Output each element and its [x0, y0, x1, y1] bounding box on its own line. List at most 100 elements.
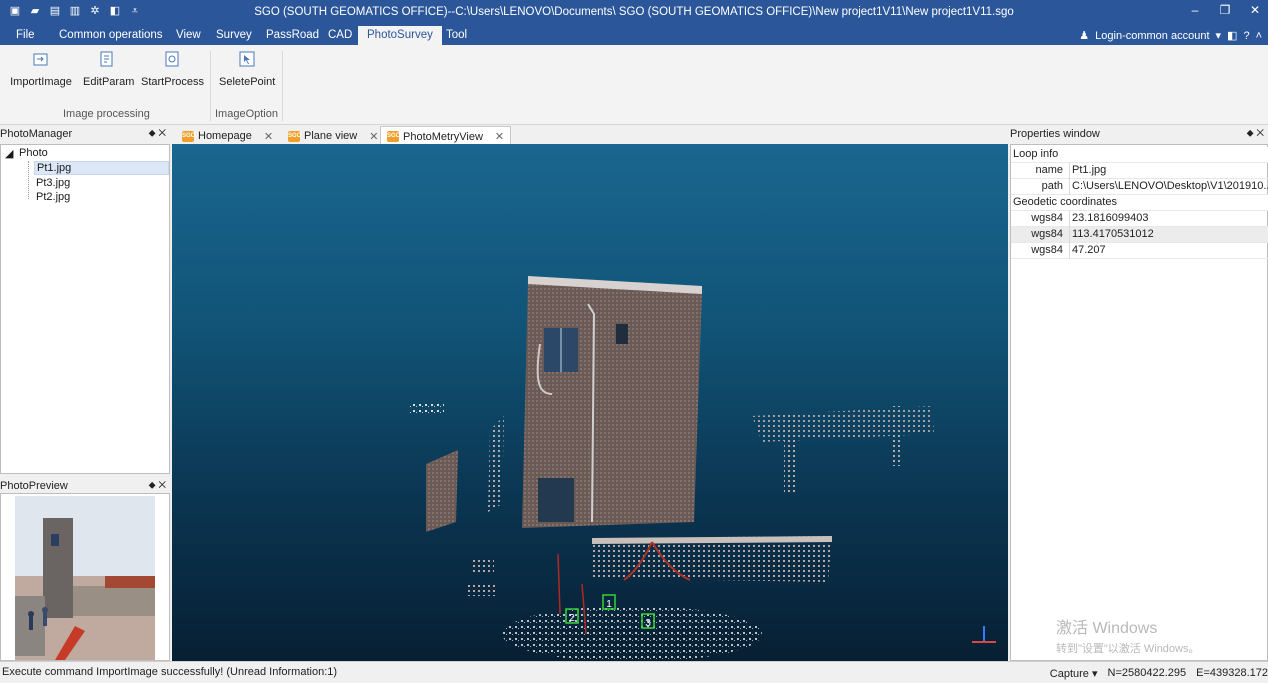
sgo-logo-icon: SGO: [288, 130, 301, 142]
tree-item-pt3[interactable]: Pt3.jpg: [36, 177, 70, 189]
window-title: SGO (SOUTH GEOMATICS OFFICE)--C:\Users\L…: [254, 6, 1014, 18]
east-coordinate: E=439328.172: [1196, 667, 1268, 679]
status-message: Execute command ImportImage successfully…: [2, 666, 338, 678]
pin-close-icons[interactable]: ⬥ ✕: [149, 128, 166, 139]
prop-row-path[interactable]: path C:\Users\LENOVO\Desktop\V1\201910..…: [1011, 179, 1268, 195]
watermark-line1: 激活 Windows: [1056, 620, 1158, 637]
axis-indicator-icon: [972, 626, 996, 643]
edit-param-icon: [100, 51, 113, 67]
help-icon[interactable]: ?: [1243, 30, 1249, 42]
start-process-button[interactable]: StartProcess: [141, 51, 204, 88]
photometry-3d-view[interactable]: 2 1 3: [172, 144, 1008, 661]
svg-text:3: 3: [645, 618, 651, 629]
tab-photometry-label: PhotoMetryView: [403, 130, 483, 143]
title-bar: ▣ ▰ ▤ ▥ ✲ ◧ ⩡ SGO (SOUTH GEOMATICS OFFIC…: [0, 0, 1268, 26]
sgo-logo-icon: SGO: [182, 130, 195, 142]
capture-dropdown[interactable]: Capture ▾: [1050, 667, 1098, 680]
close-icon[interactable]: ✕: [264, 130, 273, 143]
import-image-label: ImportImage: [10, 76, 72, 88]
menu-passroad[interactable]: PassRoad: [266, 29, 319, 41]
north-coordinate: N=2580422.295: [1107, 667, 1187, 679]
tree-item-pt1[interactable]: Pt1.jpg: [34, 161, 169, 175]
menu-survey[interactable]: Survey: [216, 29, 252, 41]
capture-label: Capture: [1049, 668, 1089, 680]
import-image-icon: [33, 53, 48, 66]
photo-tree: ◢ Photo Pt1.jpg Pt3.jpg Pt2.jpg: [0, 144, 170, 474]
menu-bar: File Common operations View Survey PassR…: [0, 26, 1268, 45]
tree-collapse-icon[interactable]: ◢: [5, 147, 13, 160]
prop-row-height[interactable]: wgs84 47.207: [1011, 243, 1268, 259]
category-geodetic: Geodetic coordinates: [1011, 195, 1268, 211]
prop-value[interactable]: 23.1816099403: [1069, 211, 1268, 227]
prop-value[interactable]: 47.207: [1069, 243, 1268, 259]
tree-item-pt2[interactable]: Pt2.jpg: [36, 191, 70, 203]
prop-key: path: [1041, 180, 1063, 192]
chevron-down-icon: ▾: [1091, 668, 1098, 680]
close-icon[interactable]: ✕: [495, 130, 504, 143]
close-icon[interactable]: ✕: [369, 130, 378, 143]
start-process-label: StartProcess: [141, 76, 204, 88]
prop-key: wgs84: [1031, 244, 1063, 256]
properties-grid: Loop info name Pt1.jpg path C:\Users\LEN…: [1010, 144, 1268, 661]
menu-tool[interactable]: Tool: [446, 29, 467, 41]
menu-file[interactable]: File: [16, 29, 35, 41]
prop-row-lat[interactable]: wgs84 23.1816099403: [1011, 211, 1268, 227]
tab-homepage[interactable]: SGO Homepage ✕: [176, 126, 279, 144]
photomanager-header: PhotoManager ⬥ ✕: [0, 125, 170, 143]
collapse-ribbon-icon[interactable]: ˄: [1256, 30, 1262, 42]
group-image-processing: Image processing: [63, 108, 150, 120]
ribbon-separator: [210, 51, 211, 121]
tab-photometry-view[interactable]: SGO PhotoMetryView ✕: [380, 126, 512, 144]
status-bar: Execute command ImportImage successfully…: [0, 661, 1268, 683]
tab-homepage-label: Homepage: [198, 130, 252, 142]
ribbon-separator: [282, 51, 283, 121]
watermark-line2: 转到"设置"以激活 Windows。: [1056, 643, 1200, 655]
building-door: [538, 478, 574, 522]
select-point-icon: [239, 51, 255, 67]
svg-text:1: 1: [606, 599, 612, 610]
tab-plane-view-label: Plane view: [304, 130, 358, 142]
tab-plane-view[interactable]: SGO Plane view ✕: [282, 126, 384, 144]
close-button[interactable]: ✕: [1248, 3, 1262, 17]
category-loop-info: Loop info: [1011, 147, 1268, 163]
properties-header: Properties window ⬥ ✕: [1010, 125, 1268, 143]
window-layout-icon[interactable]: ◧: [1227, 29, 1237, 42]
menu-photosurvey[interactable]: PhotoSurvey: [358, 26, 442, 45]
login-area: ♟ Login-common account ▾ ◧ ? ˄: [1079, 29, 1262, 43]
svg-text:2: 2: [569, 613, 575, 624]
menu-cad[interactable]: CAD: [328, 29, 352, 41]
login-dropdown[interactable]: Login-common account: [1095, 30, 1209, 42]
point-cloud: 2 1 3: [410, 276, 996, 661]
edit-param-button[interactable]: EditParam: [83, 51, 135, 88]
photopreview-title: PhotoPreview: [0, 480, 68, 492]
chevron-down-icon[interactable]: ▾: [1216, 29, 1222, 42]
group-image-option: ImageOption: [215, 108, 278, 120]
prop-value[interactable]: 113.4170531012: [1069, 227, 1268, 243]
pin-icon[interactable]: ⬥ ✕: [1247, 128, 1264, 139]
tree-root-photo[interactable]: Photo: [19, 147, 48, 159]
restore-button[interactable]: ❐: [1218, 3, 1232, 17]
menu-common-operations[interactable]: Common operations: [59, 29, 163, 41]
pin-close-icons[interactable]: ⬥ ✕: [149, 480, 166, 491]
user-icon: ♟: [1079, 30, 1090, 42]
start-process-icon: [165, 51, 179, 67]
document-tabs: SGO Homepage ✕ SGO Plane view ✕ SGO Phot…: [172, 125, 1008, 144]
select-point-label: SeletePoint: [219, 76, 276, 88]
photomanager-title: PhotoManager: [0, 128, 73, 140]
properties-title: Properties window: [1010, 128, 1100, 140]
activation-watermark: 激活 Windows 转到"设置"以激活 Windows。: [1056, 614, 1200, 656]
select-point-button[interactable]: SeletePoint: [219, 51, 275, 88]
ribbon: ImportImage EditParam StartProcess Selet…: [0, 45, 1268, 125]
photo-preview: [0, 493, 170, 661]
menu-view[interactable]: View: [176, 29, 201, 41]
import-image-button[interactable]: ImportImage: [10, 51, 72, 88]
prop-key: wgs84: [1031, 228, 1063, 240]
prop-row-lon[interactable]: wgs84 113.4170531012: [1011, 227, 1268, 243]
edit-param-label: EditParam: [83, 76, 135, 88]
minimize-button[interactable]: –: [1188, 3, 1202, 17]
prop-value[interactable]: Pt1.jpg: [1069, 163, 1268, 179]
prop-value[interactable]: C:\Users\LENOVO\Desktop\V1\201910...: [1069, 179, 1268, 195]
prop-key: name: [1035, 164, 1063, 176]
prop-key: wgs84: [1031, 212, 1063, 224]
prop-row-name[interactable]: name Pt1.jpg: [1011, 163, 1268, 179]
